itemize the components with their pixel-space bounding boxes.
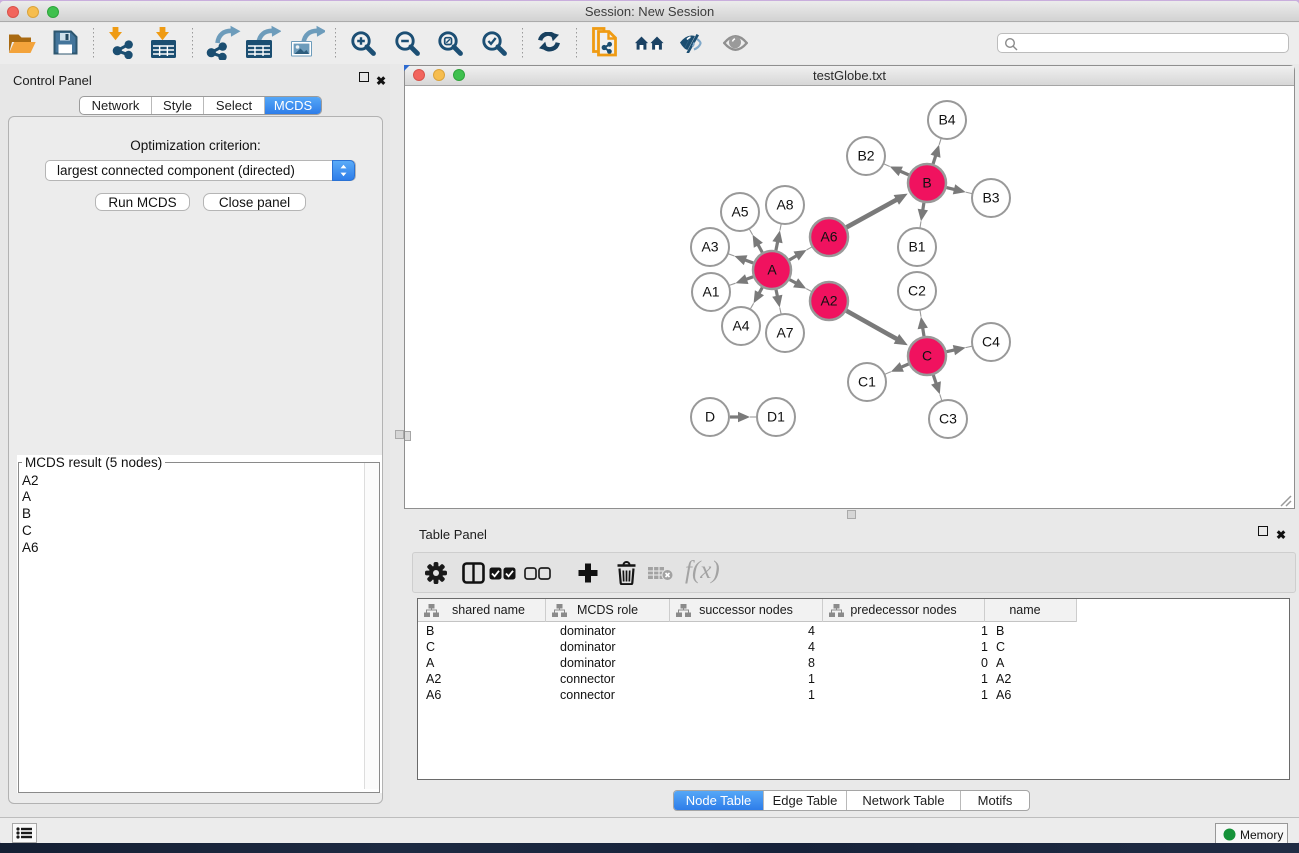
svg-text:A: A [767, 262, 777, 278]
svg-text:B3: B3 [982, 190, 999, 206]
svg-text:C1: C1 [858, 374, 876, 390]
svg-text:A4: A4 [732, 318, 749, 334]
svg-text:A6: A6 [820, 229, 837, 245]
svg-text:C4: C4 [982, 334, 1000, 350]
svg-text:A1: A1 [702, 284, 719, 300]
svg-text:A3: A3 [701, 239, 718, 255]
svg-text:A8: A8 [776, 197, 793, 213]
svg-text:D1: D1 [767, 409, 785, 425]
svg-text:B4: B4 [938, 112, 955, 128]
svg-text:A7: A7 [776, 325, 793, 341]
svg-text:C3: C3 [939, 411, 957, 427]
svg-text:B: B [922, 175, 931, 191]
svg-text:B1: B1 [908, 239, 925, 255]
svg-text:D: D [705, 409, 715, 425]
svg-text:A2: A2 [820, 293, 837, 309]
svg-text:A5: A5 [731, 204, 748, 220]
svg-text:B2: B2 [857, 148, 874, 164]
svg-text:C2: C2 [908, 283, 926, 299]
svg-text:C: C [922, 348, 932, 364]
